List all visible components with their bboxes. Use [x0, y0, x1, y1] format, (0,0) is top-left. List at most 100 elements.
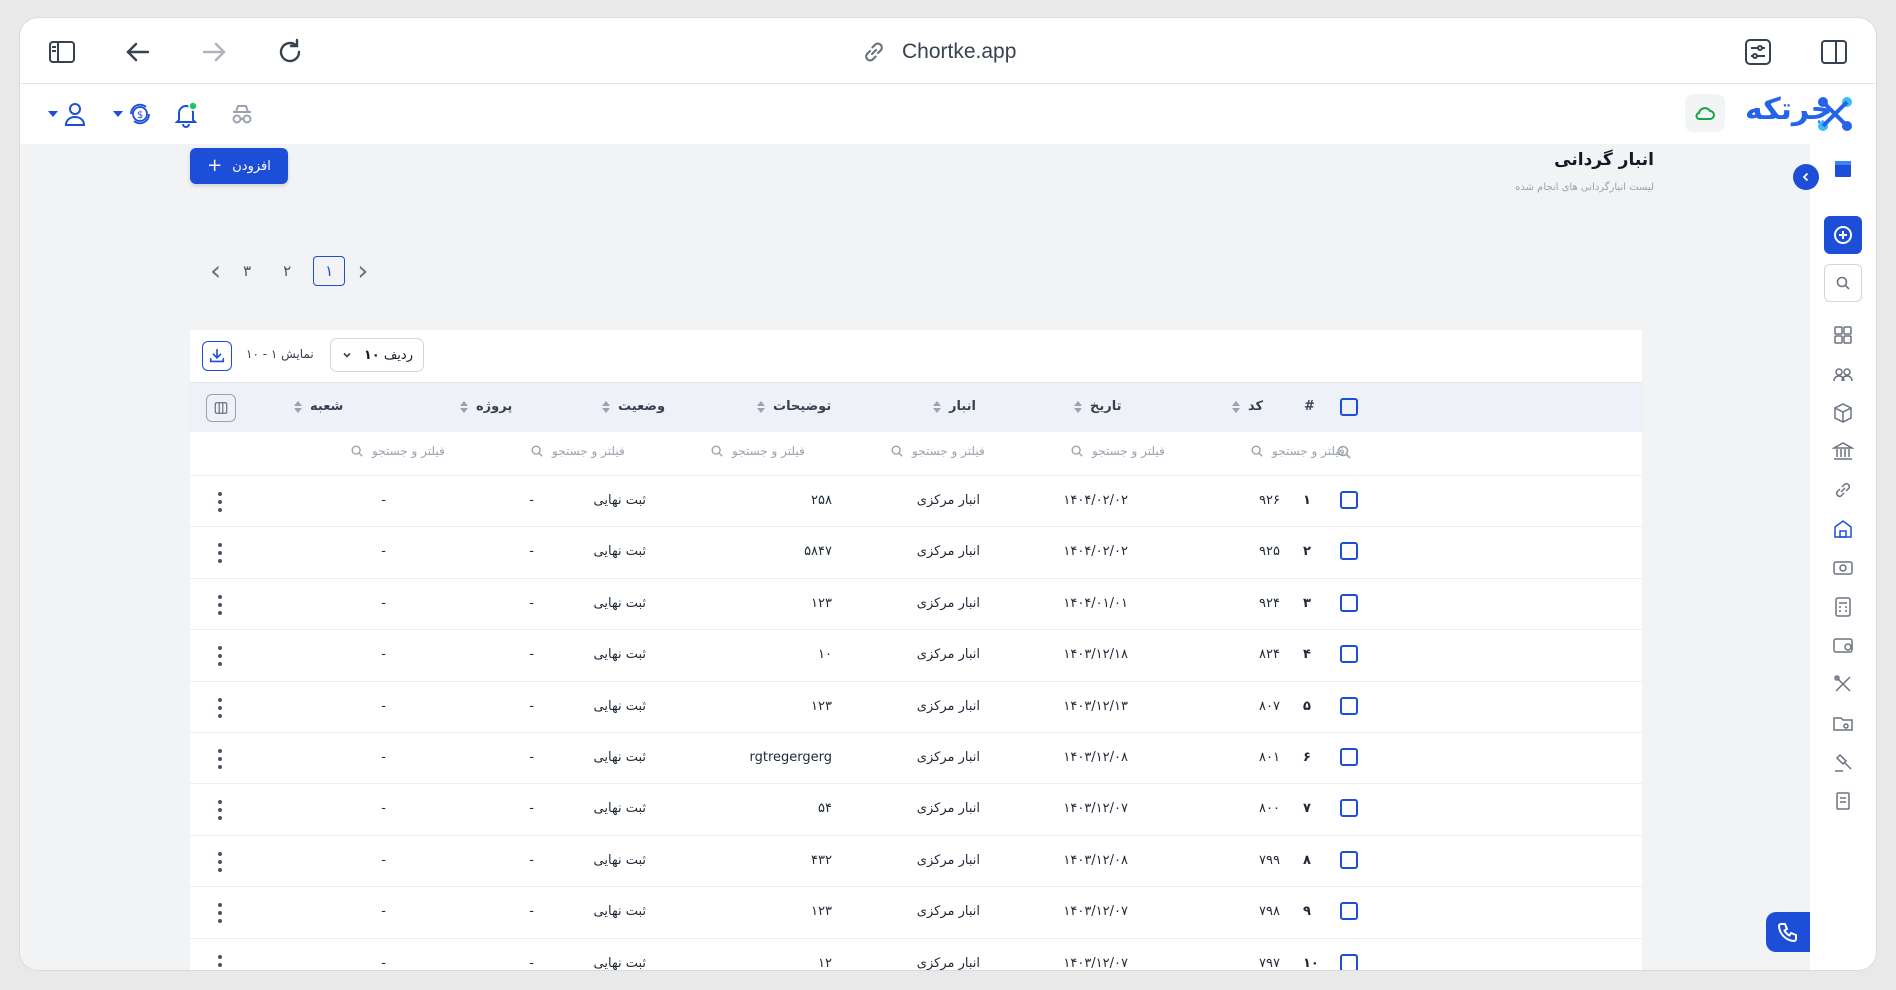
user-menu[interactable]: [48, 98, 89, 130]
table-row[interactable]: ۵ ۸۰۷ ۱۴۰۳/۱۲/۱۳ انبار مرکزی ۱۲۳ ثبت نهایی - -: [190, 682, 1642, 733]
header-branch[interactable]: شعبه: [294, 399, 343, 414]
header-project[interactable]: پروژه: [460, 399, 512, 414]
users-icon[interactable]: [1826, 357, 1860, 391]
table-row[interactable]: ۱۰ ۷۹۷ ۱۴۰۳/۱۲/۰۷ انبار مرکزی ۱۲ ثبت نهایی - -: [190, 939, 1642, 970]
row-actions-icon[interactable]: [216, 903, 224, 924]
search-icon: [1071, 445, 1083, 457]
row-checkbox[interactable]: [1340, 953, 1358, 970]
row-checkbox[interactable]: [1340, 542, 1358, 561]
header-date[interactable]: تاریخ: [1074, 399, 1122, 414]
row-actions-icon[interactable]: [216, 543, 224, 564]
chevron-left-icon[interactable]: ‹: [210, 257, 221, 285]
cell-index: ۵: [1303, 698, 1311, 714]
table-row[interactable]: ۹ ۷۹۸ ۱۴۰۳/۱۲/۰۷ انبار مرکزی ۱۲۳ ثبت نهایی - -: [190, 887, 1642, 939]
row-checkbox[interactable]: [1340, 593, 1358, 612]
cell-project: -: [529, 749, 534, 765]
notifications-button[interactable]: [172, 98, 200, 130]
cell-warehouse: انبار مرکزی: [916, 493, 980, 508]
filter-date[interactable]: فیلتر و جستجو: [1070, 444, 1165, 458]
reload-icon[interactable]: [272, 34, 308, 70]
table-header-row: # کد تاریخ انبار توضیحات وضعیت پروژه شعب…: [190, 382, 1642, 432]
chevron-left-icon: [1802, 172, 1809, 182]
row-actions-icon[interactable]: [216, 954, 224, 970]
wallet-icon[interactable]: [1826, 628, 1860, 662]
select-all-checkbox[interactable]: [1340, 398, 1358, 416]
header-warehouse[interactable]: انبار: [933, 399, 976, 414]
row-actions-icon[interactable]: [216, 492, 224, 512]
quick-add-button[interactable]: [1824, 216, 1862, 254]
row-actions-icon[interactable]: [216, 646, 224, 667]
dashboard-icon[interactable]: [1826, 318, 1860, 352]
add-button[interactable]: + افزودن: [190, 148, 288, 184]
columns-button[interactable]: [206, 394, 236, 422]
cell-code: ۹۲۴: [1259, 595, 1280, 611]
table-row[interactable]: ۷ ۸۰۰ ۱۴۰۳/۱۲/۰۷ انبار مرکزی ۵۴ ثبت نهایی - -: [190, 784, 1642, 836]
row-checkbox[interactable]: [1340, 747, 1358, 766]
row-checkbox[interactable]: [1340, 645, 1358, 664]
cell-branch: -: [381, 647, 386, 663]
row-actions-icon[interactable]: [216, 851, 224, 872]
header-description[interactable]: توضیحات: [757, 399, 831, 414]
filter-warehouse[interactable]: فیلتر و جستجو: [890, 444, 985, 458]
documents-icon[interactable]: [1826, 784, 1860, 818]
row-checkbox[interactable]: [1340, 799, 1358, 818]
row-actions-icon[interactable]: [216, 594, 224, 615]
header-status[interactable]: وضعیت: [602, 399, 665, 414]
download-button[interactable]: [202, 341, 232, 371]
filter-project[interactable]: فیلتر و جستجو: [350, 444, 445, 458]
table-row[interactable]: ۲ ۹۲۵ ۱۴۰۴/۰۲/۰۲ انبار مرکزی ۵۸۴۷ ثبت نهایی - -: [190, 527, 1642, 579]
cell-branch: -: [381, 852, 386, 868]
warehouse-icon[interactable]: [1826, 512, 1860, 546]
address-bar[interactable]: Chortke.app: [860, 36, 1016, 68]
folder-icon[interactable]: [1826, 706, 1860, 740]
table-row[interactable]: ۶ ۸۰۱ ۱۴۰۳/۱۲/۰۸ انبار مرکزی rgtregergerg ثبت…: [190, 733, 1642, 785]
table-row[interactable]: ۳ ۹۲۴ ۱۴۰۴/۰۱/۰۱ انبار مرکزی ۱۲۳ ثبت نهایی - -: [190, 579, 1642, 631]
calculator-icon[interactable]: [1826, 590, 1860, 624]
link-icon[interactable]: [1826, 473, 1860, 507]
table-row[interactable]: ۸ ۷۹۹ ۱۴۰۳/۱۲/۰۸ انبار مرکزی ۴۳۲ ثبت نهایی - -: [190, 836, 1642, 888]
back-arrow-icon[interactable]: [120, 34, 156, 70]
row-actions-icon[interactable]: [216, 697, 224, 718]
chevron-right-icon[interactable]: ›: [357, 257, 368, 285]
header-code[interactable]: کد: [1232, 399, 1263, 414]
row-checkbox[interactable]: [1340, 902, 1358, 921]
cell-description: ۲۵۸: [811, 493, 832, 508]
row-checkbox[interactable]: [1340, 850, 1358, 869]
page-2[interactable]: ۲: [273, 257, 301, 285]
row-checkbox[interactable]: [1340, 491, 1358, 509]
cell-project: -: [529, 647, 534, 663]
cash-icon[interactable]: [1826, 551, 1860, 585]
cell-branch: -: [381, 698, 386, 714]
row-checkbox[interactable]: [1340, 696, 1358, 715]
auction-icon[interactable]: [1826, 745, 1860, 779]
currency-menu[interactable]: $: [113, 98, 154, 130]
incognito-icon: [232, 105, 252, 124]
page-1[interactable]: ۱: [313, 256, 346, 286]
split-view-icon[interactable]: [1816, 34, 1852, 70]
rows-per-page-select[interactable]: ردیف ۱۰: [330, 338, 424, 372]
tools-icon[interactable]: [1826, 667, 1860, 701]
cell-date: ۱۴۰۴/۰۱/۰۱: [1063, 595, 1128, 611]
collapse-sidebar-button[interactable]: [1793, 164, 1819, 190]
add-button-label: افزودن: [232, 158, 271, 174]
incognito-button[interactable]: [228, 98, 256, 130]
settings-sliders-icon[interactable]: [1740, 34, 1776, 70]
filter-status[interactable]: فیلتر و جستجو: [530, 444, 625, 458]
forward-arrow-icon[interactable]: [196, 34, 232, 70]
row-actions-icon[interactable]: [216, 748, 224, 769]
filter-branch[interactable]: x: [188, 444, 195, 458]
box-icon[interactable]: [1826, 396, 1860, 430]
filter-code[interactable]: فیلتر و جستجو: [1250, 444, 1345, 458]
store-icon[interactable]: [1826, 152, 1860, 186]
row-actions-icon[interactable]: [216, 800, 224, 821]
page-3[interactable]: ۳: [233, 257, 261, 285]
support-call-button[interactable]: [1766, 912, 1810, 952]
filter-description[interactable]: فیلتر و جستجو: [710, 444, 805, 458]
table-row[interactable]: ۱ ۹۲۶ ۱۴۰۴/۰۲/۰۲ انبار مرکزی ۲۵۸ ثبت نهایی - -: [190, 476, 1642, 528]
sidebar-search-button[interactable]: [1824, 264, 1862, 302]
sidebar-toggle-icon[interactable]: [44, 34, 80, 70]
cloud-sync-button[interactable]: [1685, 94, 1725, 132]
table-row[interactable]: ۴ ۸۲۴ ۱۴۰۳/۱۲/۱۸ انبار مرکزی ۱۰ ثبت نهایی - -: [190, 630, 1642, 682]
cell-project: -: [529, 852, 534, 868]
bank-icon[interactable]: [1826, 434, 1860, 468]
